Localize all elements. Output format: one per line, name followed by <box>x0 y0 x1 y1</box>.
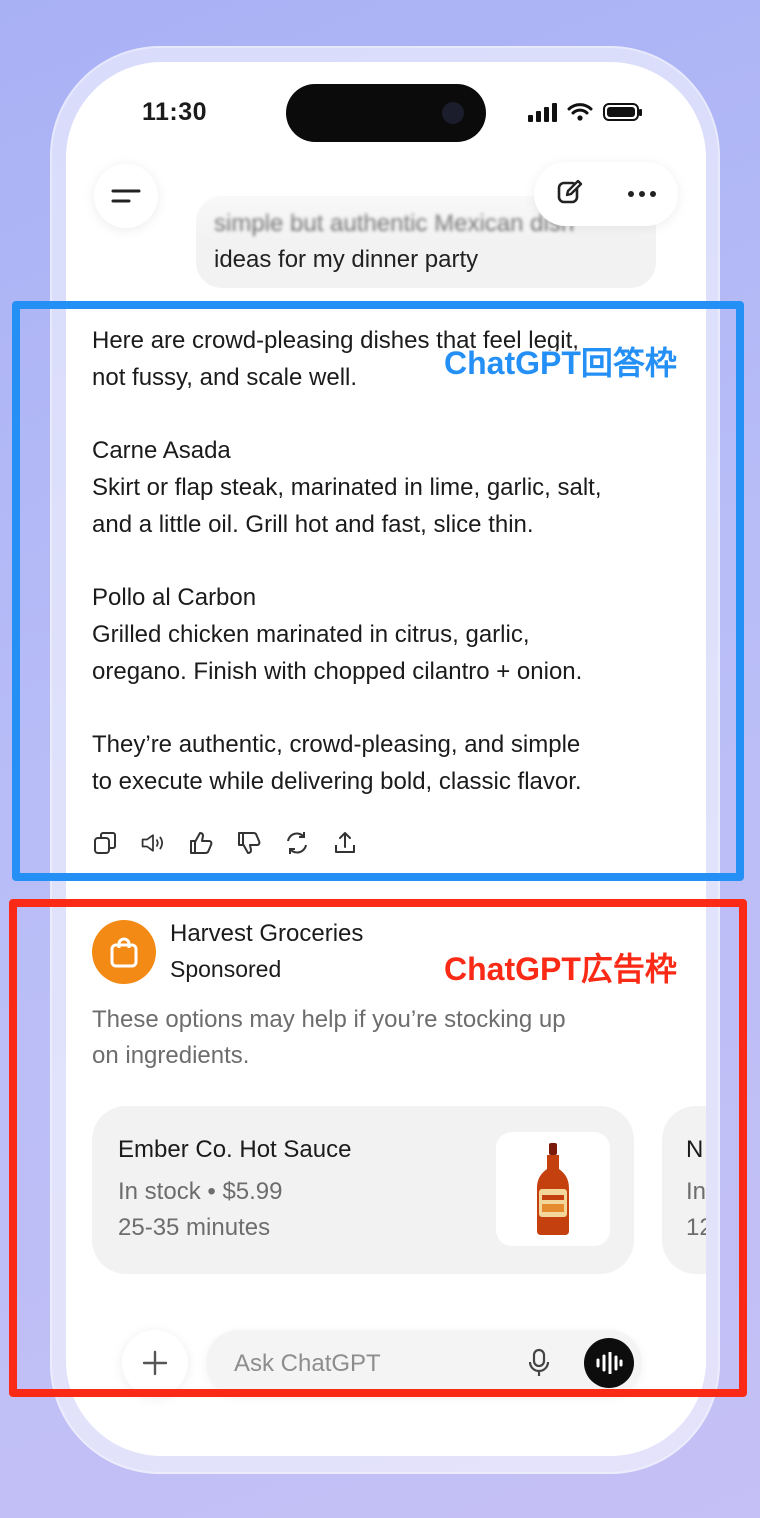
header-actions <box>534 162 678 226</box>
status-icons <box>528 102 642 122</box>
user-message-line: simple but authentic Mexican dish <box>214 210 575 237</box>
menu-icon <box>111 189 141 203</box>
answer-annotation-label: ChatGPT回答枠 <box>443 344 677 382</box>
user-message-line: ideas for my dinner party <box>214 246 479 273</box>
compose-button[interactable] <box>556 178 584 211</box>
dynamic-island <box>286 84 486 142</box>
signal-icon <box>528 102 557 122</box>
menu-button[interactable] <box>94 164 158 228</box>
compose-icon <box>557 179 582 203</box>
ad-annotation-label: ChatGPT広告枠 <box>444 951 677 987</box>
camera-icon <box>442 102 464 124</box>
wifi-icon <box>567 103 593 121</box>
more-button[interactable] <box>627 185 657 203</box>
more-icon <box>627 191 656 197</box>
status-time: 11:30 <box>142 98 208 126</box>
answer-annotation-frame <box>12 301 744 881</box>
battery-icon <box>603 103 642 121</box>
